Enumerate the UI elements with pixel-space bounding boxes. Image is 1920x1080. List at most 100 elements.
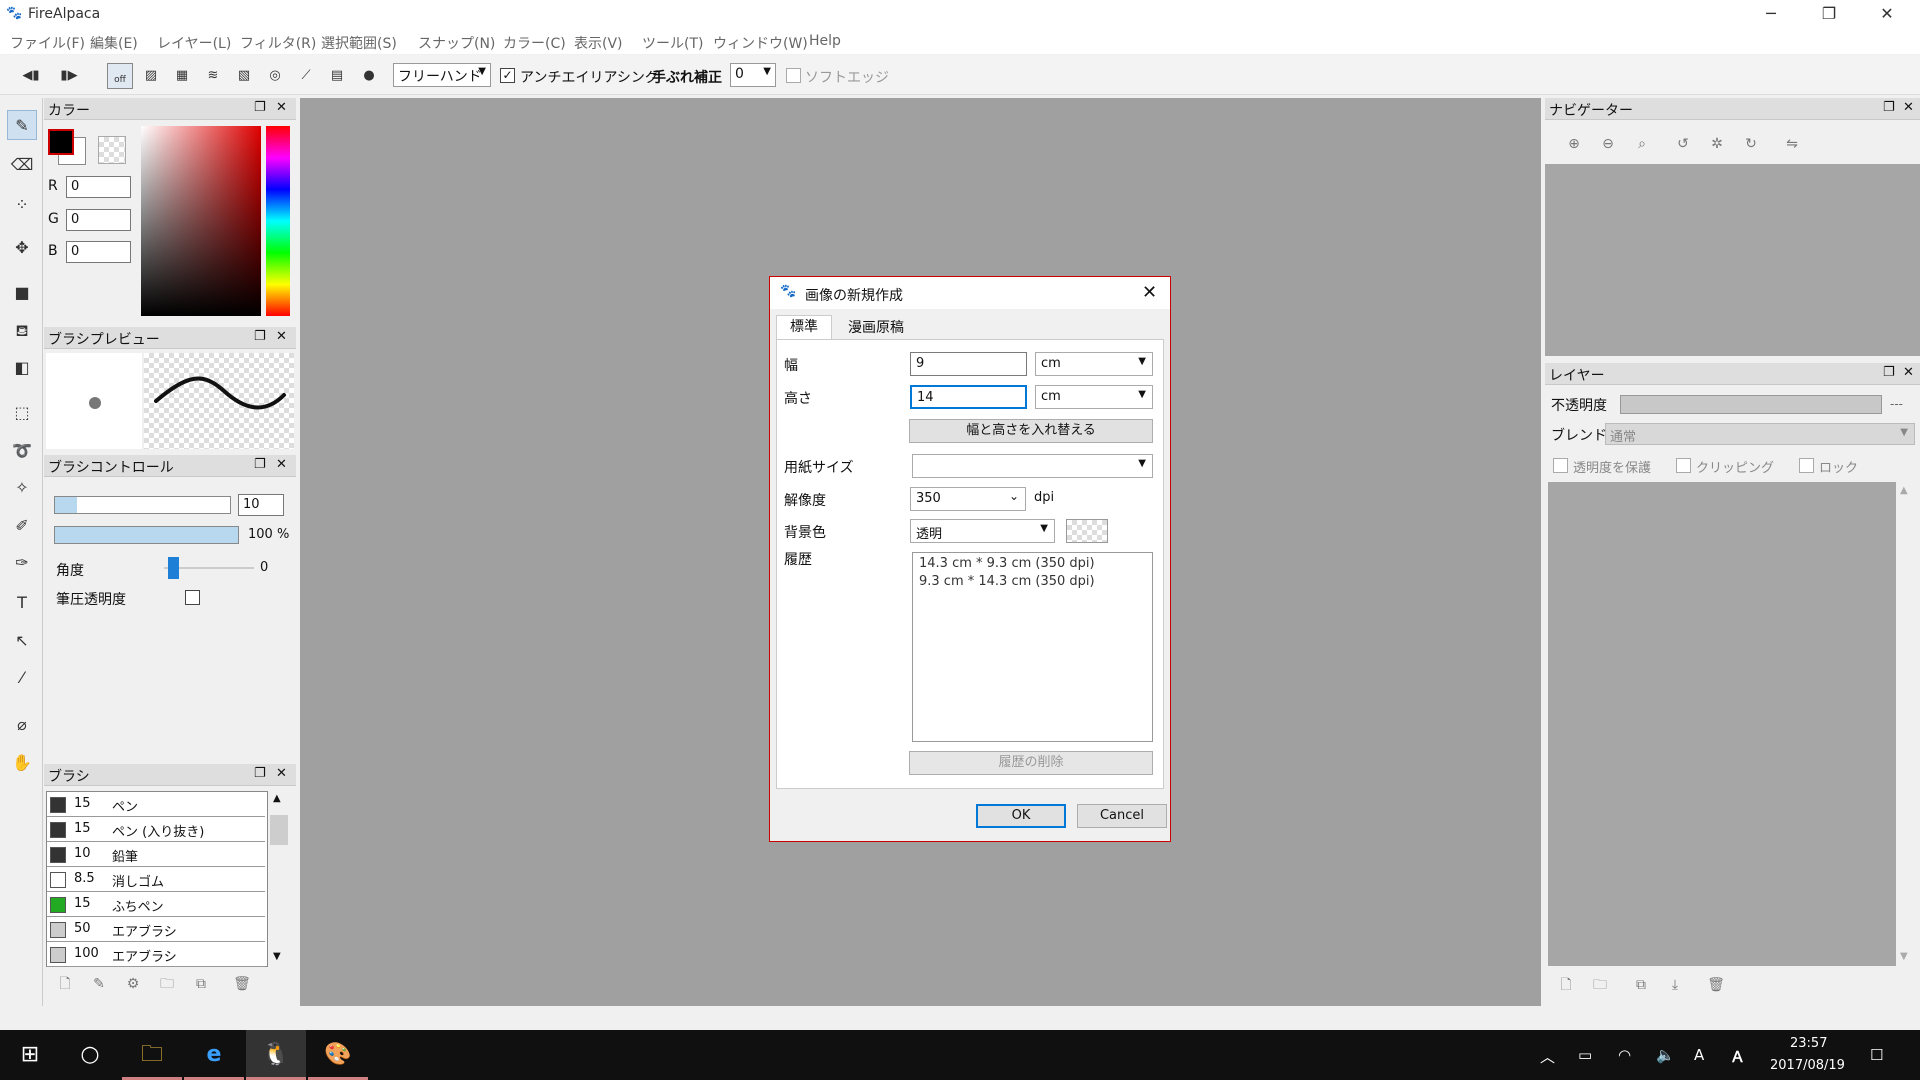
cancel-button[interactable]: Cancel: [1077, 804, 1167, 828]
float-icon[interactable]: ❐: [254, 329, 266, 344]
blend-select[interactable]: 通常 ▼: [1605, 423, 1915, 445]
float-icon[interactable]: ❐: [1883, 100, 1895, 115]
close-icon[interactable]: ✕: [1903, 365, 1914, 380]
lasso-tool-icon[interactable]: ➰: [7, 436, 37, 466]
width-unit-select[interactable]: cm ▼: [1035, 352, 1153, 376]
select-tool-icon[interactable]: ⬚: [7, 398, 37, 428]
adobe-icon[interactable]: Ａ: [1730, 1046, 1745, 1067]
b-input[interactable]: 0: [66, 241, 131, 263]
g-input[interactable]: 0: [66, 209, 131, 231]
layer-list[interactable]: [1548, 482, 1896, 966]
r-input[interactable]: 0: [66, 176, 131, 198]
edit-brush-icon[interactable]: ✎: [87, 972, 111, 996]
brush-opacity-slider[interactable]: [54, 526, 239, 544]
dot-tool-icon[interactable]: ⁘: [7, 190, 37, 220]
float-icon[interactable]: ❐: [254, 100, 266, 115]
eraser-tool-icon[interactable]: ⌫: [7, 150, 37, 180]
bg-color-select[interactable]: 透明 ▼: [910, 519, 1055, 543]
zoom-in-icon[interactable]: ⊕: [1562, 132, 1586, 156]
zoom-out-icon[interactable]: ⊖: [1596, 132, 1620, 156]
menu-snap[interactable]: スナップ(N): [418, 33, 495, 53]
show-hidden-icon[interactable]: ︿: [1540, 1046, 1555, 1067]
menu-view[interactable]: 表示(V): [574, 33, 623, 53]
brush-item-pen-taper[interactable]: 15 ペン (入り抜き): [47, 817, 265, 842]
bucket-tool-icon[interactable]: ⛾: [7, 316, 37, 346]
minimize-button[interactable]: ─: [1742, 0, 1800, 30]
duplicate-brush-icon[interactable]: ⧉: [189, 972, 213, 996]
brush-folder-icon[interactable]: 🗀: [155, 972, 179, 996]
snap-settings-icon[interactable]: ▤: [324, 63, 350, 89]
lock-checkbox[interactable]: [1799, 458, 1814, 473]
menu-file[interactable]: ファイル(F): [10, 33, 85, 53]
menu-tool[interactable]: ツール(T): [642, 33, 703, 53]
undo-icon[interactable]: ◀▮: [18, 63, 44, 89]
stroke-mode-select[interactable]: フリーハンド ▼: [393, 63, 491, 87]
rotate-reset-icon[interactable]: ✲: [1705, 132, 1729, 156]
snap-circle-icon[interactable]: ◎: [262, 63, 288, 89]
dialog-close-icon[interactable]: ✕: [1142, 282, 1157, 303]
snap-3point-icon[interactable]: ⟋: [293, 63, 319, 89]
gradient-tool-icon[interactable]: ◧: [7, 353, 37, 383]
transparent-color-swatch[interactable]: [98, 136, 126, 164]
antialias-checkbox[interactable]: ✓: [500, 68, 515, 83]
start-icon[interactable]: ⊞: [0, 1030, 60, 1080]
swap-size-button[interactable]: 幅と高さを入れ替える: [909, 419, 1153, 443]
menu-select[interactable]: 選択範囲(S): [321, 33, 397, 53]
close-icon[interactable]: ✕: [276, 329, 287, 344]
clear-history-button[interactable]: 履歴の削除: [909, 751, 1153, 775]
wifi-icon[interactable]: ◠: [1618, 1046, 1631, 1064]
select-pen-tool-icon[interactable]: ✐: [7, 511, 37, 541]
scroll-up-icon[interactable]: ▲: [1900, 485, 1908, 496]
angle-slider-thumb[interactable]: [168, 557, 179, 579]
brush-list-scrollbar[interactable]: ▲ ▼: [269, 791, 289, 967]
pressure-opacity-checkbox[interactable]: [185, 590, 200, 605]
close-icon[interactable]: ✕: [1903, 100, 1914, 115]
menu-color[interactable]: カラー(C): [503, 33, 566, 53]
clipping-checkbox[interactable]: [1676, 458, 1691, 473]
color-gradient-picker[interactable]: [141, 126, 261, 316]
brush-size-input[interactable]: 10: [238, 494, 284, 516]
snap-dot-icon[interactable]: ●: [356, 63, 382, 89]
internet-explorer-icon[interactable]: e: [184, 1030, 244, 1080]
dpi-select[interactable]: 350 ⌄: [910, 487, 1026, 511]
clock-time[interactable]: 23:57: [1790, 1036, 1827, 1051]
operation-tool-icon[interactable]: ↖: [7, 626, 37, 656]
ok-button[interactable]: OK: [976, 804, 1066, 828]
notification-icon[interactable]: ☐: [1870, 1046, 1883, 1064]
eyedropper-tool-icon[interactable]: ⌀: [7, 710, 37, 740]
text-tool-icon[interactable]: T: [7, 588, 37, 618]
paint-app-icon[interactable]: 🎨: [308, 1030, 368, 1080]
duplicate-layer-icon[interactable]: ⧉: [1629, 973, 1653, 997]
rotate-right-icon[interactable]: ↻: [1739, 132, 1763, 156]
blur-tool-icon[interactable]: ⁄: [7, 663, 37, 693]
snap-curve-icon[interactable]: ≋: [200, 63, 226, 89]
magic-wand-tool-icon[interactable]: ✧: [7, 473, 37, 503]
snap-vanish-icon[interactable]: ▧: [231, 63, 257, 89]
rotate-left-icon[interactable]: ↺: [1671, 132, 1695, 156]
firealpaca-taskbar-icon[interactable]: 🐧: [246, 1030, 306, 1080]
brush-item-eraser[interactable]: 8.5 消しゴム: [47, 867, 265, 892]
history-item[interactable]: 9.3 cm * 14.3 cm (350 dpi): [913, 574, 1152, 589]
restore-button[interactable]: ❐: [1800, 0, 1858, 30]
clock-date[interactable]: 2017/08/19: [1770, 1058, 1845, 1073]
soft-edge-checkbox[interactable]: [786, 68, 801, 83]
close-icon[interactable]: ✕: [276, 457, 287, 472]
merge-layer-icon[interactable]: ⤓: [1663, 973, 1687, 997]
brush-settings-icon[interactable]: ⚙: [121, 972, 145, 996]
menu-window[interactable]: ウィンドウ(W): [713, 33, 808, 53]
scroll-down-icon[interactable]: ▼: [1900, 951, 1908, 962]
new-brush-icon[interactable]: 🗋: [53, 972, 77, 996]
brush-item-edge-pen[interactable]: 15 ふちペン: [47, 892, 265, 917]
menu-edit[interactable]: 編集(E): [90, 33, 138, 53]
layer-opacity-slider[interactable]: [1620, 395, 1882, 414]
hue-slider[interactable]: [266, 126, 290, 316]
battery-icon[interactable]: ▭: [1578, 1046, 1592, 1064]
pen-tool-icon[interactable]: ✎: [7, 110, 37, 140]
scroll-down-icon[interactable]: ▼: [273, 951, 281, 962]
volume-icon[interactable]: 🔈: [1656, 1046, 1675, 1064]
snap-parallel-icon[interactable]: ▨: [138, 63, 164, 89]
brush-size-slider[interactable]: [54, 496, 231, 514]
tab-manga[interactable]: 漫画原稿: [834, 317, 918, 339]
delete-brush-icon[interactable]: 🗑: [230, 972, 254, 996]
height-input[interactable]: 14: [910, 385, 1027, 409]
